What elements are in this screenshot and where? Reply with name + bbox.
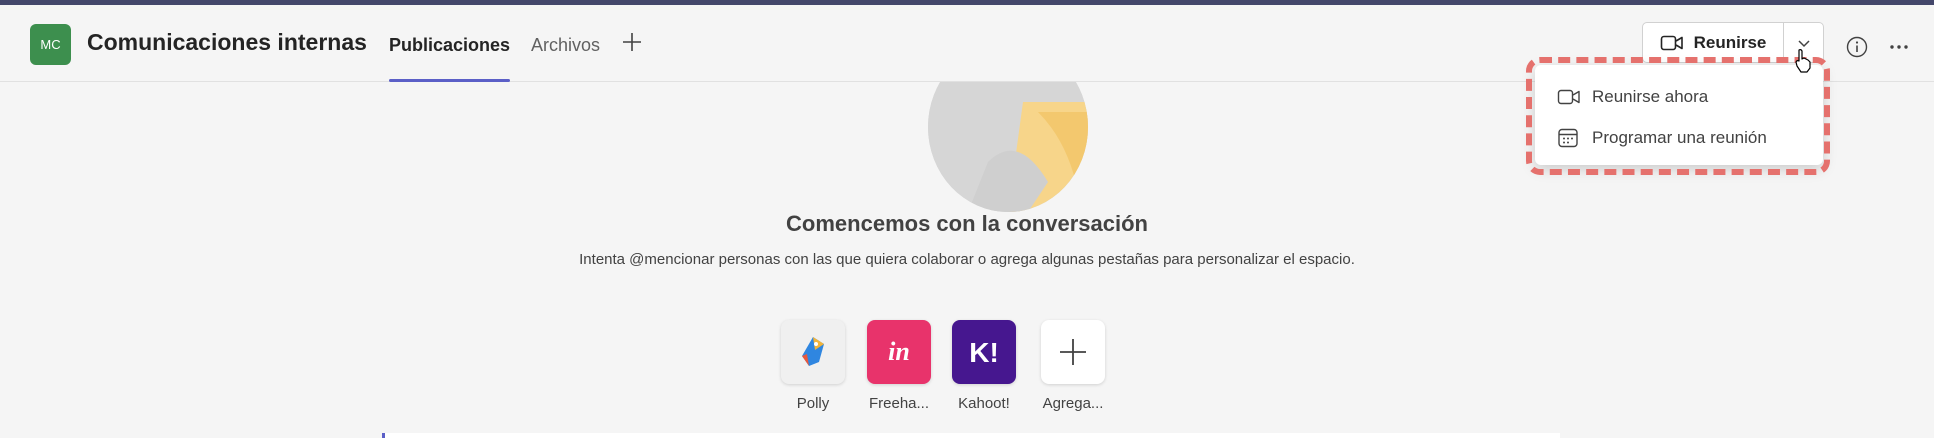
- polly-app-icon: [802, 337, 824, 366]
- info-icon[interactable]: [1845, 35, 1869, 59]
- kahoot-app-icon: K!: [969, 337, 999, 368]
- app-label-freehand: Freeha...: [868, 395, 930, 412]
- polly-app-tile[interactable]: [781, 320, 845, 384]
- compose-box-edge: [382, 433, 1560, 438]
- meet-button-label: Reunirse: [1693, 32, 1767, 52]
- tab-publicaciones[interactable]: Publicaciones: [389, 35, 510, 56]
- tab-archivos[interactable]: Archivos: [531, 35, 600, 56]
- freehand-app-tile[interactable]: in: [867, 320, 931, 384]
- mouse-pointer-icon: [1795, 49, 1811, 73]
- more-options-icon[interactable]: [1887, 35, 1911, 59]
- add-app-icon: [1060, 339, 1086, 365]
- kahoot-app-tile[interactable]: K!: [952, 320, 1016, 384]
- empty-state-subtitle: Intenta @mencionar personas con las que …: [579, 251, 1355, 268]
- empty-state-title: Comencemos con la conversación: [786, 211, 1148, 236]
- app-label-kahoot: Kahoot!: [958, 395, 1010, 412]
- invision-freehand-app-icon: in: [888, 337, 910, 366]
- highlight-annotation: [1526, 57, 1830, 175]
- video-camera-icon: [1660, 35, 1683, 50]
- app-label-polly: Polly: [796, 395, 830, 412]
- conversation-illustration: [928, 82, 1088, 212]
- svg-text:K!: K!: [969, 337, 999, 368]
- chevron-down-icon: [1797, 39, 1810, 47]
- svg-text:in: in: [888, 337, 910, 366]
- channel-title: Comunicaciones internas: [87, 29, 367, 55]
- team-avatar[interactable]: MC: [30, 24, 71, 65]
- add-tab-icon[interactable]: [620, 30, 644, 54]
- add-app-tile[interactable]: [1041, 320, 1105, 384]
- app-label-add: Agrega...: [1042, 395, 1104, 412]
